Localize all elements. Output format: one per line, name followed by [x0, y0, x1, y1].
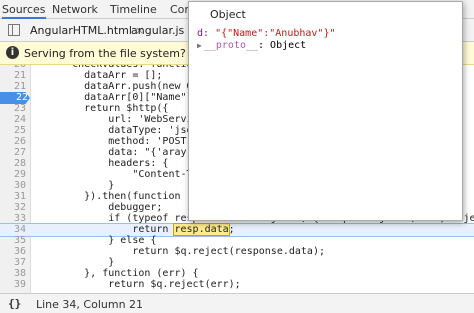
popover-title: Object [210, 8, 246, 21]
line-number[interactable]: 39 [0, 279, 26, 291]
proto-key: __proto__ [203, 40, 259, 51]
tab-network[interactable]: Network [52, 3, 98, 16]
toggle-navigator-icon[interactable] [8, 24, 20, 36]
file-tab-label: angular.js [131, 24, 185, 37]
object-property-row[interactable]: d: "{"Name":"Anubhav"}" [197, 28, 336, 39]
status-bar: {} Line 34, Column 21 [0, 293, 474, 313]
file-tab-angularjs[interactable]: angular.js [131, 24, 184, 37]
hovered-expression[interactable]: resp.data [173, 223, 230, 236]
tab-timeline[interactable]: Timeline [110, 3, 157, 16]
cursor-position: Line 34, Column 21 [36, 298, 144, 311]
info-icon: i [6, 46, 19, 59]
property-key: d: [197, 28, 210, 39]
file-tab-angularhtml[interactable]: AngularHTML.html × [30, 24, 144, 37]
code-text: return $q.reject(err); [36, 279, 241, 290]
proto-value: : Object [258, 40, 307, 51]
expand-arrow-icon[interactable]: ▶ [197, 41, 202, 50]
property-value: "{"Name":"Anubhav"}" [215, 28, 336, 39]
pretty-print-button[interactable]: {} [8, 297, 21, 310]
proto-row[interactable]: ▶ __proto__: Object [197, 40, 306, 51]
file-tab-label: AngularHTML.html [30, 24, 132, 37]
code-line[interactable]: 39 return $q.reject(err); [0, 279, 474, 291]
object-inspector-popover: Object d: "{"Name":"Anubhav"}" ▶ __proto_… [188, 1, 463, 221]
tab-sources[interactable]: Sources [2, 3, 46, 19]
